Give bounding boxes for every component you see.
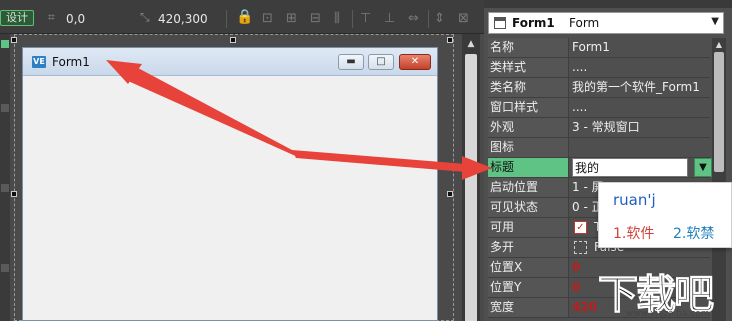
same-height-icon[interactable]: ⇕ (434, 11, 445, 26)
toolbar-separator (352, 10, 353, 28)
ime-candidate[interactable]: 1.软件 (613, 223, 654, 243)
checkbox-unchecked[interactable] (574, 241, 587, 254)
close-button[interactable]: ✕ (399, 54, 431, 70)
dropdown-arrow-icon[interactable]: ▼ (694, 158, 712, 177)
canvas-scrollbar[interactable]: ▲ (462, 34, 480, 321)
ime-composition-text: ruan'j (613, 191, 656, 209)
position-icon: ⌗ (48, 10, 55, 24)
designer-toolbar: 设计 ⌗ 0,0 ⤡ 420,300 🔒 ⊡ ⊞ ⊟ ⫼ ⊤ ⊥ ⇔ ⇕ ⊠ (0, 0, 484, 34)
scroll-up-icon[interactable]: ▲ (714, 40, 724, 49)
property-key: 启动位置 (488, 178, 569, 197)
resize-handle[interactable] (230, 37, 236, 43)
property-row[interactable]: 类样式 .... (488, 58, 710, 78)
resize-handle[interactable] (11, 37, 17, 43)
design-mode-button[interactable]: 设计 (0, 10, 34, 26)
property-key: 标题 (488, 158, 569, 177)
property-value[interactable]: Form1 (572, 38, 710, 57)
resize-handle[interactable] (447, 191, 453, 197)
toolbar-separator (428, 10, 429, 28)
form-title: Form1 (52, 55, 90, 69)
toolbox-marker (1, 184, 9, 192)
panel-header-strip (484, 0, 732, 8)
scrollbar-thumb[interactable] (714, 52, 724, 172)
minimize-button[interactable]: ▬ (338, 54, 364, 70)
property-key: 宽度 (488, 298, 569, 317)
checkbox-checked[interactable]: ✓ (574, 221, 587, 234)
form-object-icon (494, 17, 506, 29)
size-icon: ⤡ (140, 10, 150, 24)
property-key: 类名称 (488, 78, 569, 97)
position-value: 0,0 (66, 12, 86, 26)
chevron-down-icon[interactable]: ▼ (711, 16, 719, 27)
property-value[interactable] (572, 138, 710, 157)
property-value[interactable]: .... (572, 58, 710, 77)
property-key: 位置X (488, 258, 569, 277)
lock-icon[interactable]: 🔒 (236, 9, 253, 25)
align-right-icon[interactable]: ⊟ (310, 11, 321, 26)
maximize-button[interactable]: □ (368, 54, 394, 70)
property-value[interactable]: 我的第一个软件_Form1 (572, 78, 710, 97)
property-row[interactable]: 窗口样式 .... (488, 98, 710, 118)
toolbar-separator (226, 10, 227, 28)
property-row[interactable]: 外观 3 - 常规窗口 (488, 118, 710, 138)
scroll-up-icon[interactable]: ▲ (465, 38, 477, 50)
property-row[interactable]: 名称 Form1 (488, 38, 710, 58)
scrollbar-thumb[interactable] (465, 54, 477, 321)
align-top-icon[interactable]: ⫼ (334, 11, 340, 26)
size-value: 420,300 (158, 12, 208, 26)
ime-candidate-popup: ruan'j 1.软件 2.软禁 (598, 182, 732, 248)
resize-handle[interactable] (11, 191, 17, 197)
property-value[interactable]: .... (572, 98, 710, 117)
property-key: 可见状态 (488, 198, 569, 217)
align-center-icon[interactable]: ⊞ (286, 11, 297, 26)
form-app-icon: VE (32, 56, 46, 68)
same-size-icon[interactable]: ⊠ (458, 11, 469, 26)
property-key: 类样式 (488, 58, 569, 77)
property-key: 外观 (488, 118, 569, 137)
object-selector[interactable]: Form1 Form ▼ (488, 12, 724, 34)
ide-window: 设计 ⌗ 0,0 ⤡ 420,300 🔒 ⊡ ⊞ ⊟ ⫼ ⊤ ⊥ ⇔ ⇕ ⊠ V… (0, 0, 732, 321)
same-width-icon[interactable]: ⇔ (408, 11, 419, 26)
property-row[interactable]: 类名称 我的第一个软件_Form1 (488, 78, 710, 98)
align-middle-icon[interactable]: ⊤ (360, 11, 371, 26)
object-type: Form (569, 16, 600, 30)
property-value[interactable]: 3 - 常规窗口 (572, 118, 710, 137)
align-left-icon[interactable]: ⊡ (262, 11, 273, 26)
property-key: 可用 (488, 218, 569, 237)
resize-handle[interactable] (447, 37, 453, 43)
property-key: 多开 (488, 238, 569, 257)
property-key: 图标 (488, 138, 569, 157)
toolbox-marker (1, 104, 9, 112)
toolbox-strip (0, 34, 10, 321)
property-row[interactable]: 图标 (488, 138, 710, 158)
toolbox-marker (1, 40, 9, 48)
watermark-logo: 下载吧 www.xiazaiba.com (596, 262, 732, 321)
align-bottom-icon[interactable]: ⊥ (384, 11, 395, 26)
toolbox-marker (1, 264, 9, 272)
ime-candidate[interactable]: 2.软禁 (673, 223, 714, 243)
property-key: 位置Y (488, 278, 569, 297)
property-row-selected[interactable]: 标题 我的 ▼ (488, 158, 712, 178)
title-value-input[interactable]: 我的 (572, 158, 688, 177)
property-key: 名称 (488, 38, 569, 57)
property-key: 窗口样式 (488, 98, 569, 117)
form-preview-window[interactable]: VE Form1 ▬ □ ✕ (22, 47, 438, 321)
object-name: Form1 (512, 16, 555, 30)
watermark-url: www.xiazaiba.com (626, 309, 710, 319)
form-titlebar[interactable]: VE Form1 ▬ □ ✕ (23, 48, 437, 76)
